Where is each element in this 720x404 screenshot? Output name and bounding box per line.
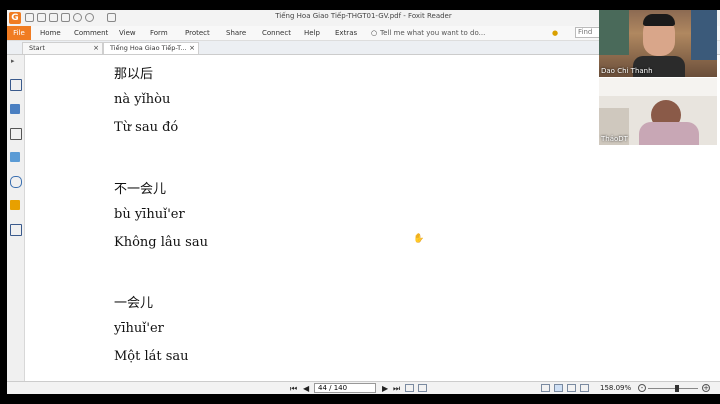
text-line: bù yīhuǐ'er	[114, 207, 185, 222]
first-page-icon[interactable]: ⏮	[290, 384, 297, 394]
layers-icon[interactable]	[10, 128, 22, 140]
continuous-facing-icon[interactable]	[580, 384, 589, 392]
tab-document[interactable]: Tiếng Hoa Giao Tiếp-T... ×	[103, 42, 199, 54]
comments-icon[interactable]	[10, 152, 20, 162]
tell-me-search[interactable]: Tell me what you want to do...	[380, 29, 485, 37]
zoom-level[interactable]: 158.09%	[600, 384, 631, 392]
bookmark-icon[interactable]	[10, 79, 22, 91]
menu-share[interactable]: Share	[226, 29, 246, 37]
background-decor	[691, 10, 717, 60]
tab-document-label: Tiếng Hoa Giao Tiếp-T...	[110, 44, 187, 52]
attachment-icon[interactable]	[10, 176, 22, 188]
signature-icon[interactable]	[10, 224, 22, 236]
last-page-icon[interactable]: ⏭	[393, 384, 400, 394]
next-page-icon[interactable]: ▶	[382, 384, 388, 393]
expand-arrow-icon[interactable]: ▸	[11, 57, 15, 65]
participant-name: Dao Chi Thanh	[601, 67, 653, 75]
page-number-field[interactable]: 44 / 140	[314, 383, 376, 393]
text-line: Không lâu sau	[114, 235, 208, 250]
continuous-page-icon[interactable]	[554, 384, 563, 392]
menu-form[interactable]: Form	[150, 29, 168, 37]
zoom-in-icon[interactable]: +	[702, 384, 710, 392]
close-icon[interactable]: ×	[93, 43, 99, 54]
background-painting	[599, 10, 629, 55]
navigation-sidebar: ▸	[7, 55, 25, 381]
text-line: Một lát sau	[114, 349, 189, 364]
text-line: 一会儿	[114, 296, 154, 311]
page-view-icon[interactable]	[405, 384, 414, 392]
page-copy-icon[interactable]	[418, 384, 427, 392]
previous-page-icon[interactable]: ◀	[303, 384, 309, 393]
close-icon[interactable]: ×	[189, 43, 195, 54]
menu-help[interactable]: Help	[304, 29, 320, 37]
zoom-out-icon[interactable]: -	[638, 384, 646, 392]
menu-home[interactable]: Home	[40, 29, 61, 37]
participant-name: ThảoDT	[601, 135, 628, 143]
file-menu-button[interactable]: File	[7, 26, 31, 40]
tab-start[interactable]: Start ×	[22, 42, 103, 54]
person-hair	[643, 14, 675, 26]
zoom-slider-track[interactable]	[648, 388, 698, 389]
lightbulb-icon: ○	[371, 29, 378, 37]
menu-extras[interactable]: Extras	[335, 29, 357, 37]
menu-view[interactable]: View	[119, 29, 136, 37]
status-bar: ⏮ ◀ 44 / 140 ▶ ⏭ 158.09% - +	[7, 381, 720, 394]
sun-icon[interactable]: ●	[552, 29, 558, 37]
security-icon[interactable]	[10, 200, 20, 210]
hand-cursor-icon: ✋	[413, 234, 425, 244]
single-page-icon[interactable]	[541, 384, 550, 392]
video-tile-participant2: ThảoDT	[599, 78, 717, 145]
text-line: 那以后	[114, 67, 154, 82]
text-line: 不一会儿	[114, 182, 167, 197]
video-tile-participant1: Dao Chi Thanh	[599, 10, 717, 77]
menu-comment[interactable]: Comment	[74, 29, 108, 37]
room-ceiling	[599, 78, 717, 96]
menu-connect[interactable]: Connect	[262, 29, 291, 37]
tab-start-label: Start	[29, 44, 45, 52]
zoom-slider-handle[interactable]	[675, 385, 679, 392]
menu-protect[interactable]: Protect	[185, 29, 210, 37]
text-line: nà yǐhòu	[114, 92, 171, 107]
person-clothing	[639, 122, 699, 145]
text-line: Từ sau đó	[114, 120, 179, 135]
text-line: yīhuǐ'er	[114, 321, 164, 336]
facing-page-icon[interactable]	[567, 384, 576, 392]
pages-icon[interactable]	[10, 104, 20, 114]
